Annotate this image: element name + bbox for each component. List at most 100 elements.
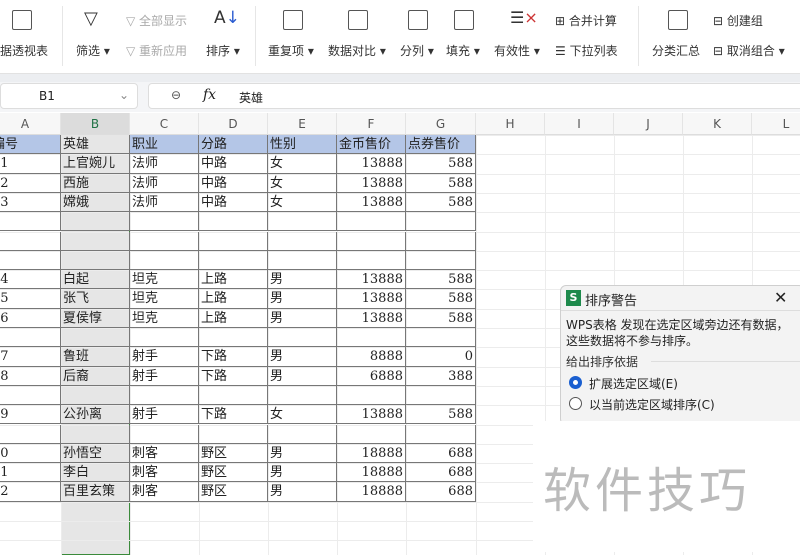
table-cell[interactable] (0, 385, 61, 406)
table-cell[interactable]: 夏侯惇 (61, 308, 130, 328)
table-cell[interactable] (268, 424, 337, 444)
close-icon[interactable]: ✕ (774, 288, 787, 307)
header-cell[interactable]: 性别 (268, 135, 337, 155)
table-cell[interactable] (130, 385, 199, 406)
table-cell[interactable] (61, 231, 130, 251)
validity-button[interactable]: 有效性 ▾ (494, 42, 540, 59)
table-cell[interactable]: 上路 (199, 308, 268, 328)
table-cell[interactable]: 刺客 (130, 443, 199, 464)
table-cell[interactable]: 鲁班 (61, 347, 130, 367)
table-cell[interactable] (199, 212, 268, 232)
table-cell[interactable] (0, 250, 61, 271)
table-cell[interactable] (199, 385, 268, 406)
table-cell[interactable]: 中路 (199, 173, 268, 193)
table-cell[interactable]: 男 (268, 347, 337, 367)
table-cell[interactable]: 8888 (337, 347, 406, 367)
table-cell[interactable] (130, 231, 199, 251)
table-cell[interactable]: 嫦娥 (61, 192, 130, 213)
table-cell[interactable] (199, 424, 268, 444)
column-header-L[interactable]: L (752, 113, 800, 135)
column-header-J[interactable]: J (614, 113, 683, 135)
table-cell[interactable] (337, 328, 406, 348)
table-cell[interactable] (337, 424, 406, 444)
table-cell[interactable] (337, 385, 406, 406)
fill-button[interactable]: 填充 ▾ (446, 42, 480, 59)
sort-button[interactable]: 排序 ▾ (206, 42, 240, 59)
header-cell[interactable]: 分路 (199, 135, 268, 155)
table-cell[interactable]: 刺客 (130, 463, 199, 483)
table-cell[interactable]: 男 (268, 463, 337, 483)
split-column-button[interactable]: 分列 ▾ (400, 42, 434, 59)
table-cell[interactable] (61, 385, 130, 406)
table-cell[interactable]: 13888 (337, 154, 406, 174)
table-cell[interactable]: 野区 (199, 463, 268, 483)
table-cell[interactable]: 中路 (199, 154, 268, 174)
table-cell[interactable]: 0 (406, 347, 476, 367)
table-cell[interactable]: 13888 (337, 289, 406, 309)
table-cell[interactable]: 04 (0, 270, 61, 290)
table-cell[interactable]: 688 (406, 482, 476, 502)
table-cell[interactable] (406, 424, 476, 444)
table-cell[interactable] (61, 424, 130, 444)
ungroup-button[interactable]: ⊟ 取消组合 ▾ (713, 42, 785, 59)
table-cell[interactable]: 坦克 (130, 308, 199, 328)
table-cell[interactable]: 588 (406, 192, 476, 213)
table-cell[interactable]: 野区 (199, 482, 268, 502)
table-cell[interactable]: 白起 (61, 270, 130, 290)
table-cell[interactable]: 男 (268, 308, 337, 328)
table-cell[interactable]: 588 (406, 270, 476, 290)
table-cell[interactable]: 06 (0, 308, 61, 328)
dropdown-list-button[interactable]: ☰ 下拉列表 (555, 42, 618, 59)
table-cell[interactable]: 女 (268, 154, 337, 174)
duplicates-button[interactable]: 重复项 ▾ (268, 42, 314, 59)
table-cell[interactable]: 刺客 (130, 482, 199, 502)
table-cell[interactable] (268, 212, 337, 232)
table-cell[interactable]: 射手 (130, 347, 199, 367)
consolidate-button[interactable]: ⊞ 合并计算 (555, 12, 617, 29)
table-cell[interactable]: 13888 (337, 173, 406, 193)
table-cell[interactable]: 588 (406, 308, 476, 328)
column-header-A[interactable]: A (0, 113, 61, 135)
table-cell[interactable]: 13888 (337, 405, 406, 425)
create-group-button[interactable]: ⊟ 创建组 (713, 12, 763, 29)
column-header-G[interactable]: G (406, 113, 476, 135)
table-cell[interactable] (268, 250, 337, 271)
table-cell[interactable]: 男 (268, 443, 337, 464)
table-cell[interactable]: 688 (406, 443, 476, 464)
table-cell[interactable]: 后裔 (61, 366, 130, 386)
column-header-B[interactable]: B (61, 113, 130, 135)
column-header-I[interactable]: I (545, 113, 614, 135)
table-cell[interactable]: 百里玄策 (61, 482, 130, 502)
table-cell[interactable]: 688 (406, 463, 476, 483)
table-cell[interactable]: 中路 (199, 192, 268, 213)
table-cell[interactable]: 男 (268, 270, 337, 290)
table-cell[interactable] (268, 231, 337, 251)
table-cell[interactable]: 男 (268, 289, 337, 309)
table-cell[interactable] (337, 212, 406, 232)
column-header-H[interactable]: H (476, 113, 545, 135)
table-cell[interactable] (130, 424, 199, 444)
table-cell[interactable] (406, 250, 476, 271)
table-cell[interactable] (268, 385, 337, 406)
table-cell[interactable]: 男 (268, 482, 337, 502)
table-cell[interactable]: 388 (406, 366, 476, 386)
column-header-C[interactable]: C (130, 113, 199, 135)
table-cell[interactable]: 03 (0, 192, 61, 213)
table-cell[interactable]: 07 (0, 347, 61, 367)
zoom-icon[interactable]: ⊖ (171, 88, 181, 102)
table-cell[interactable] (199, 328, 268, 348)
table-cell[interactable]: 野区 (199, 443, 268, 464)
table-cell[interactable] (0, 424, 61, 444)
table-cell[interactable]: 法师 (130, 154, 199, 174)
table-cell[interactable]: 张飞 (61, 289, 130, 309)
table-cell[interactable]: 08 (0, 366, 61, 386)
table-cell[interactable]: 上路 (199, 270, 268, 290)
table-cell[interactable] (61, 212, 130, 232)
table-cell[interactable]: 05 (0, 289, 61, 309)
table-cell[interactable] (199, 231, 268, 251)
table-cell[interactable]: 上官婉儿 (61, 154, 130, 174)
header-cell[interactable]: 点券售价 (406, 135, 476, 155)
expand-selection-radio[interactable] (569, 376, 582, 389)
reapply-button[interactable]: ▽ 重新应用 (126, 42, 187, 59)
table-cell[interactable]: 西施 (61, 173, 130, 193)
